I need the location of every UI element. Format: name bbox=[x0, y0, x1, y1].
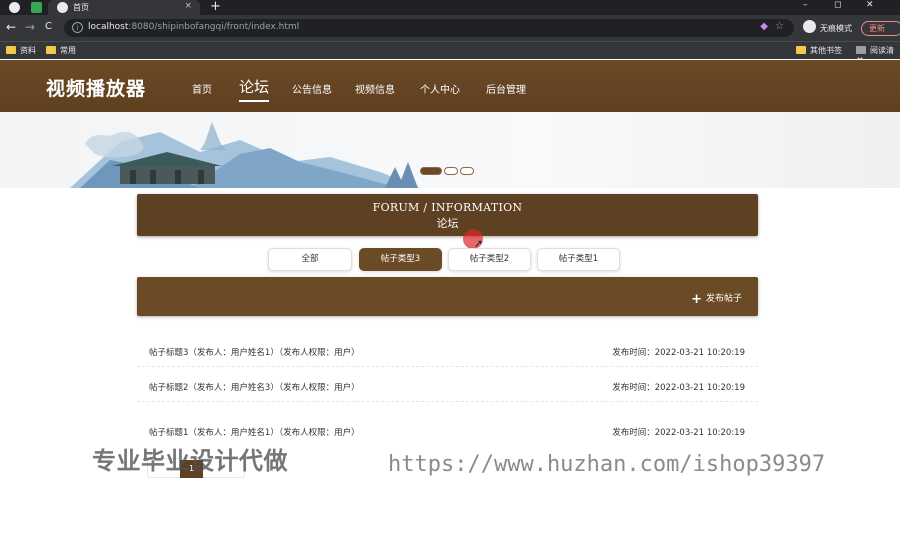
close-tab-icon[interactable]: × bbox=[184, 1, 192, 11]
browser-tab-bar: 首页 × + – ◻ ✕ bbox=[0, 0, 900, 15]
nav-home[interactable]: 首页 bbox=[192, 81, 212, 96]
address-toolbar: ← → C i localhost:8080/shipinbofangqi/fr… bbox=[0, 15, 900, 41]
carousel-dot-3[interactable] bbox=[460, 167, 474, 175]
bookmark-folder-ziliao[interactable]: 资料 bbox=[6, 45, 36, 56]
pinned-tab-icon[interactable] bbox=[31, 2, 42, 13]
forum-title-en: FORUM / INFORMATION bbox=[372, 201, 523, 214]
close-window-button[interactable]: ✕ bbox=[866, 0, 874, 10]
forum-action-bar: + 发布帖子 bbox=[137, 277, 758, 316]
plus-icon: + bbox=[691, 292, 702, 307]
post-row[interactable]: 帖子标题3（发布人：用户姓名1）（发布人权限：用户） 发布时间：2022-03-… bbox=[137, 333, 758, 367]
nav-forum[interactable]: 论坛 bbox=[239, 76, 270, 102]
nav-user-center[interactable]: 个人中心 bbox=[420, 81, 460, 96]
forward-button[interactable]: → bbox=[25, 20, 35, 34]
chrome-app-icon[interactable] bbox=[9, 2, 20, 13]
post-time: 发布时间：2022-03-21 10:20:19 bbox=[612, 383, 745, 393]
post-time: 发布时间：2022-03-21 10:20:19 bbox=[612, 348, 745, 358]
post-row[interactable]: 帖子标题2（发布人：用户姓名3）（发布人权限：用户） 发布时间：2022-03-… bbox=[137, 368, 758, 402]
minimize-button[interactable]: – bbox=[803, 0, 808, 10]
nav-videos[interactable]: 视频信息 bbox=[355, 81, 395, 96]
watermark-right: https://www.huzhan.com/ishop39397 bbox=[388, 452, 826, 477]
back-button[interactable]: ← bbox=[6, 20, 16, 34]
bookmark-folder-other[interactable]: 其他书签 bbox=[796, 45, 842, 56]
post-title[interactable]: 帖子标题2（发布人：用户姓名3）（发布人权限：用户） bbox=[149, 381, 360, 393]
post-time: 发布时间：2022-03-21 10:20:19 bbox=[612, 428, 745, 438]
globe-icon bbox=[57, 2, 68, 13]
publish-post-button[interactable]: + 发布帖子 bbox=[691, 291, 742, 307]
update-button[interactable]: 更新 bbox=[861, 21, 900, 36]
site-header: 视频播放器 首页 论坛 公告信息 视频信息 个人中心 后台管理 bbox=[0, 60, 900, 112]
nav-announcements[interactable]: 公告信息 bbox=[292, 81, 332, 96]
url-text: localhost:8080/shipinbofangqi/front/inde… bbox=[88, 22, 300, 32]
forum-title-cn: 论坛 bbox=[436, 217, 459, 230]
nav-admin[interactable]: 后台管理 bbox=[486, 81, 526, 96]
bookmarks-bar: 资料 常用 其他书签 阅读清单 bbox=[0, 41, 900, 66]
filter-type1-button[interactable]: 帖子类型1 bbox=[537, 248, 620, 271]
tab-home[interactable]: 首页 × bbox=[48, 0, 200, 15]
watermark-left: 专业毕业设计代做 bbox=[92, 447, 288, 475]
site-logo[interactable]: 视频播放器 bbox=[46, 74, 146, 101]
extension-icon[interactable]: ◆ bbox=[760, 21, 768, 32]
bookmark-star-icon[interactable]: ☆ bbox=[775, 21, 784, 32]
folder-icon bbox=[6, 46, 16, 54]
url-input[interactable]: i localhost:8080/shipinbofangqi/front/in… bbox=[64, 19, 794, 37]
post-title[interactable]: 帖子标题1（发布人：用户姓名1）（发布人权限：用户） bbox=[149, 426, 360, 438]
forum-title-bar: FORUM / INFORMATION 论坛 bbox=[137, 194, 758, 236]
maximize-button[interactable]: ◻ bbox=[834, 0, 841, 10]
incognito-label: 无痕模式 bbox=[820, 24, 852, 33]
site-info-icon[interactable]: i bbox=[72, 22, 83, 33]
post-title[interactable]: 帖子标题3（发布人：用户姓名1）（发布人权限：用户） bbox=[149, 346, 360, 358]
filter-all-button[interactable]: 全部 bbox=[268, 248, 352, 271]
folder-icon bbox=[46, 46, 56, 54]
incognito-icon[interactable] bbox=[803, 20, 816, 33]
carousel-dot-2[interactable] bbox=[444, 167, 458, 175]
tab-title: 首页 bbox=[73, 3, 89, 12]
filter-type2-button[interactable]: 帖子类型2 bbox=[448, 248, 531, 271]
reading-list-icon bbox=[856, 46, 866, 54]
reload-button[interactable]: C bbox=[45, 21, 52, 32]
folder-icon bbox=[796, 46, 806, 54]
carousel-dot-1[interactable] bbox=[420, 167, 442, 175]
new-tab-button[interactable]: + bbox=[210, 0, 221, 14]
bookmark-folder-changyong[interactable]: 常用 bbox=[46, 45, 76, 56]
filter-type3-button[interactable]: 帖子类型3 bbox=[359, 248, 442, 271]
carousel-indicators bbox=[420, 167, 478, 177]
